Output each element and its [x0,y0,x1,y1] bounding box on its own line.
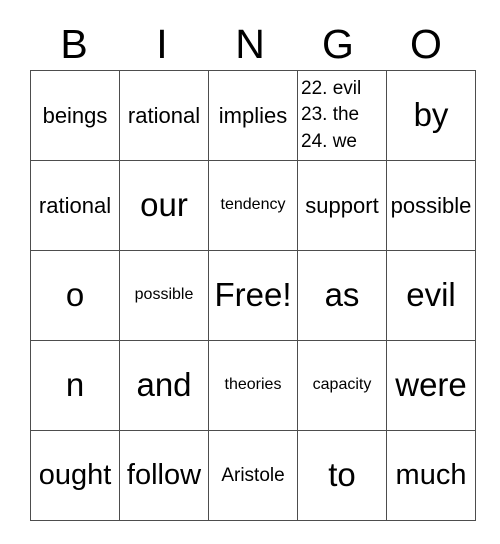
bingo-cell-label: evil [406,276,456,314]
bingo-cell-label: rational [38,192,112,218]
bingo-cell[interactable]: by [386,70,476,161]
bingo-cell[interactable]: evil [386,250,476,341]
bingo-cell[interactable]: as [297,250,387,341]
bingo-cell-label: ought [38,459,112,492]
bingo-cell-label: and [136,366,192,404]
bingo-cell-label: Free! [214,276,292,314]
bingo-grid-body: beings rational implies 22. evil 23. the 24. … [30,70,476,521]
bingo-cell-multiline: 22. evil 23. the 24. we [299,72,386,160]
bingo-cell[interactable]: 22. evil 23. the 24. we [297,70,387,161]
bingo-row: n and theories capacity were [30,340,476,431]
bingo-cell-label: rational [127,102,201,128]
bingo-row: beings rational implies 22. evil 23. the 24. … [30,70,476,161]
bingo-card: B I N G O beings rational implies 22. evil 23. t… [0,0,500,544]
bingo-cell-label: tendency [220,196,286,214]
bingo-cell[interactable]: n [30,340,120,431]
bingo-cell-label: much [395,459,467,492]
bingo-cell[interactable]: tendency [208,160,298,251]
bingo-cell[interactable]: capacity [297,340,387,431]
bingo-cell-free-space[interactable]: Free! [208,250,298,341]
bingo-cell[interactable]: follow [119,430,209,521]
bingo-cell-line: 22. evil [301,78,362,100]
bingo-cell-label: capacity [312,376,372,394]
bingo-cell-label: o [65,276,85,314]
bingo-cell-line: 24. we [301,130,357,152]
bingo-grid: beings rational implies 22. evil 23. the 24. … [30,70,476,521]
bingo-cell-label: were [395,366,467,404]
bingo-cell-label: theories [224,376,282,394]
bingo-header-letter-o: O [410,20,442,67]
bingo-header-letter-i: I [156,20,168,67]
bingo-cell[interactable]: were [386,340,476,431]
bingo-cell[interactable]: rational [30,160,120,251]
bingo-cell[interactable]: possible [386,160,476,251]
bingo-cell-label: to [328,456,356,494]
bingo-cell-label: Aristole [221,464,285,486]
bingo-cell-label: our [140,186,188,224]
bingo-header-letters: BINGO [30,18,470,70]
bingo-row: rational our tendency support possible [30,160,476,251]
bingo-cell-label: support [305,192,379,218]
bingo-cell[interactable]: ought [30,430,120,521]
bingo-cell[interactable]: implies [208,70,298,161]
bingo-cell[interactable]: beings [30,70,120,161]
bingo-cell-label: by [413,96,449,134]
bingo-cell[interactable]: o [30,250,120,341]
bingo-cell-label: follow [126,459,202,492]
bingo-cell-label: possible [390,192,472,218]
bingo-cell[interactable]: Aristole [208,430,298,521]
bingo-header-letter-n: N [235,20,265,67]
bingo-cell[interactable]: to [297,430,387,521]
bingo-cell-label: possible [134,286,194,304]
bingo-cell[interactable]: theories [208,340,298,431]
bingo-cell-label: implies [218,102,288,128]
bingo-cell[interactable]: and [119,340,209,431]
bingo-cell[interactable]: much [386,430,476,521]
bingo-cell[interactable]: rational [119,70,209,161]
bingo-cell[interactable]: support [297,160,387,251]
bingo-cell-label: beings [42,102,108,128]
bingo-row: o possible Free! as evil [30,250,476,341]
bingo-cell-label: as [324,276,360,314]
bingo-row: ought follow Aristole to much [30,430,476,521]
bingo-cell-label: n [65,366,85,404]
bingo-cell-line: 23. the [301,104,360,126]
bingo-header-letter-g: G [322,20,354,67]
bingo-cell[interactable]: our [119,160,209,251]
bingo-cell[interactable]: possible [119,250,209,341]
bingo-header-letter-b: B [60,20,88,67]
